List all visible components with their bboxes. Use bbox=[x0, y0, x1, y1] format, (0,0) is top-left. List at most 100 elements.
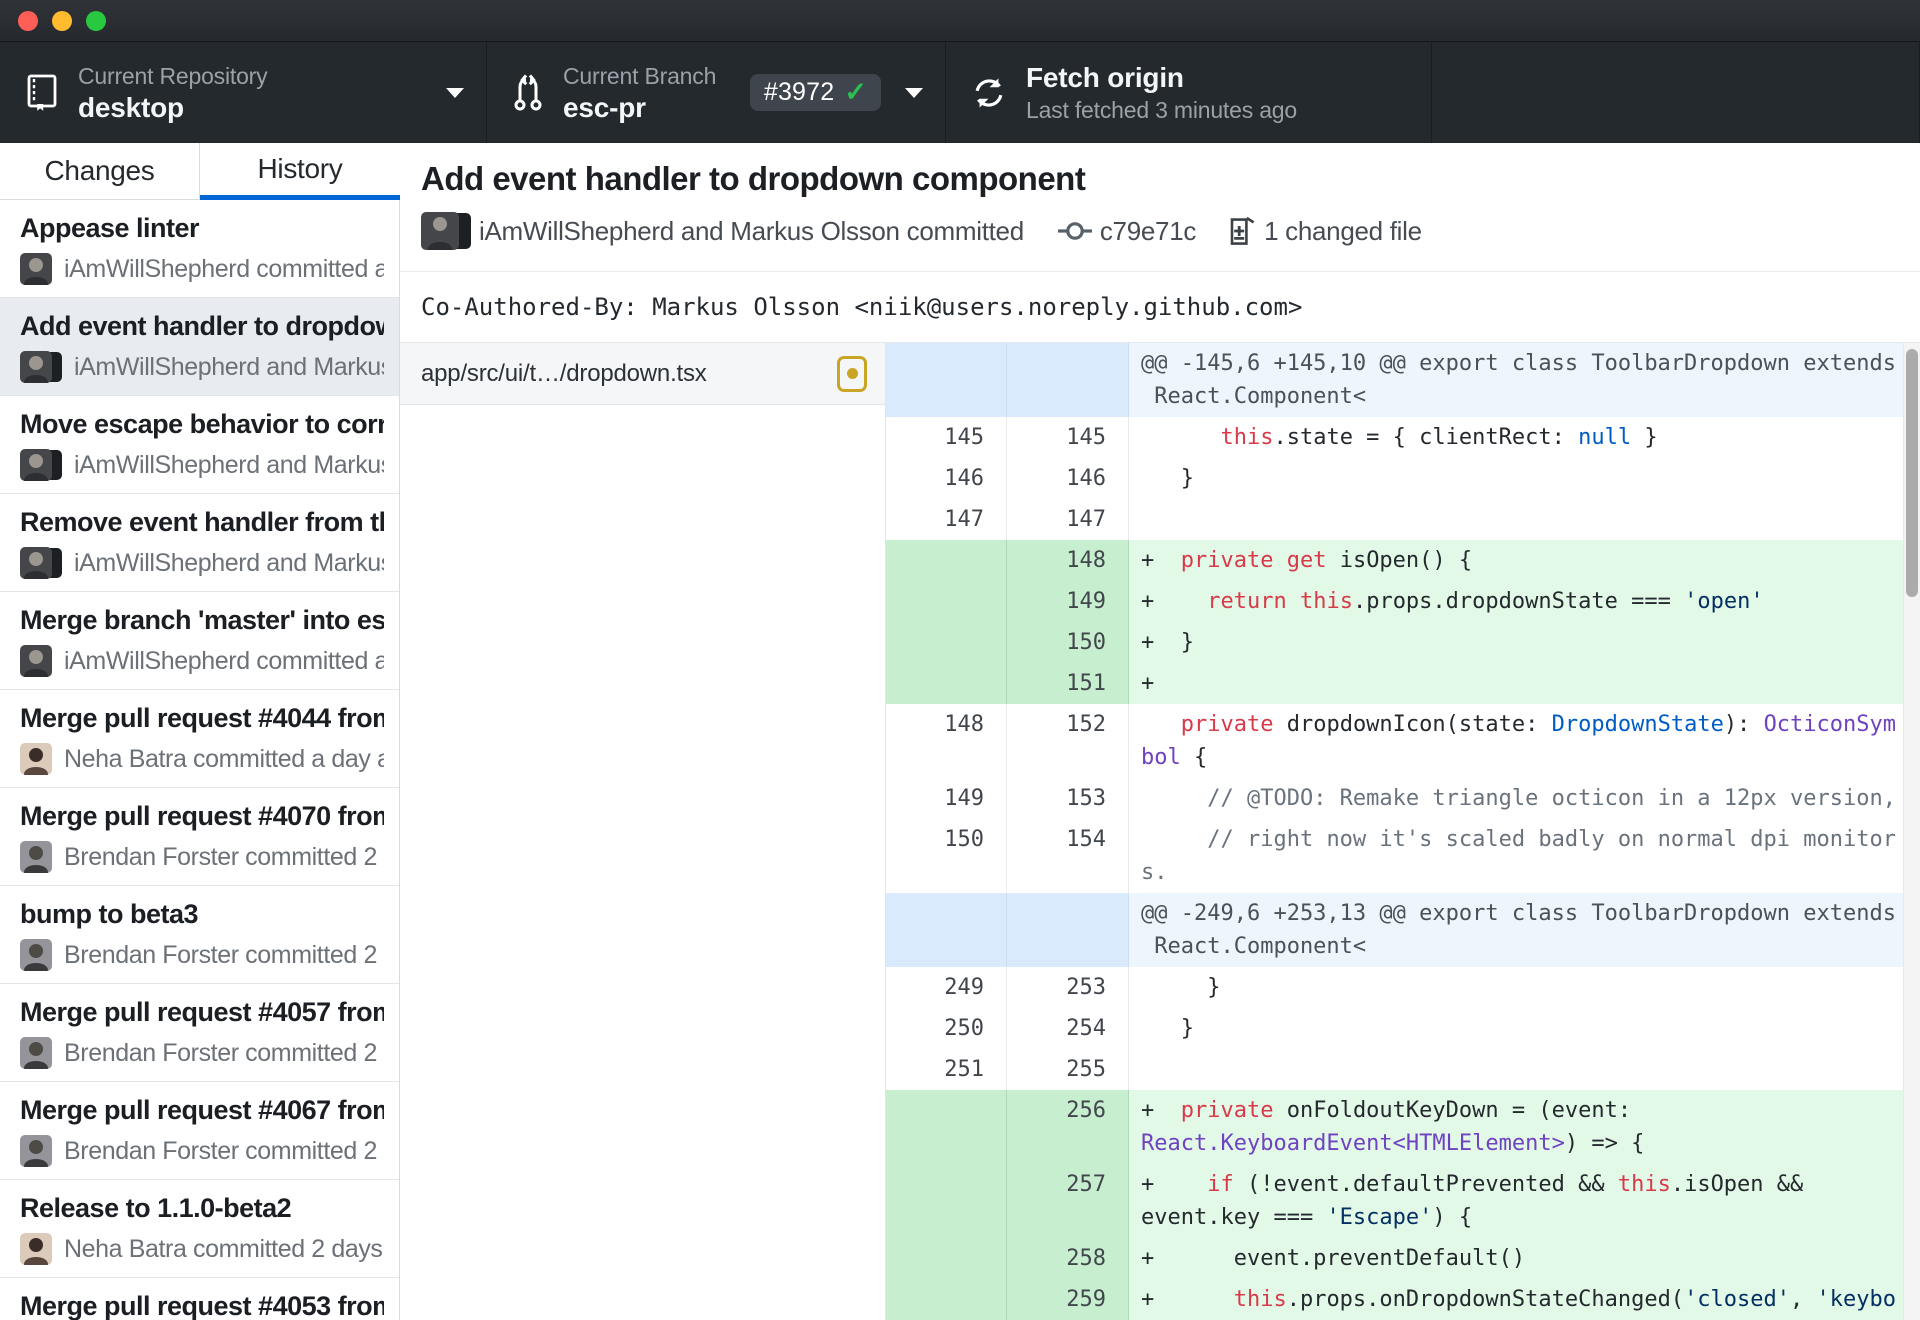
commit-list-item[interactable]: Merge pull request #4057 from desk… Brend… bbox=[0, 984, 399, 1082]
diff-code-line: @@ -145,6 +145,10 @@ export class Toolba… bbox=[1141, 351, 1896, 376]
diff-code-line: React.Component< bbox=[1141, 384, 1367, 409]
diff-code-line: @@ -249,6 +253,13 @@ export class Toolba… bbox=[1141, 901, 1896, 926]
branch-dropdown-button[interactable]: Current Branch esc-pr #3972 ✓ bbox=[487, 42, 946, 143]
commit-item-title: Merge pull request #4067 from desk… bbox=[20, 1095, 384, 1125]
avatar bbox=[20, 351, 62, 383]
diff-code-line: + } bbox=[1141, 630, 1194, 655]
diff-code-line: + private onFoldoutKeyDown = (event: bbox=[1141, 1098, 1632, 1123]
diff-new-line-number bbox=[1007, 343, 1129, 417]
pr-status-badge[interactable]: #3972 ✓ bbox=[749, 74, 881, 111]
commit-list-item[interactable]: Merge pull request #4067 from desk… Brend… bbox=[0, 1082, 399, 1180]
minimize-button[interactable] bbox=[52, 11, 72, 31]
file-diff-icon bbox=[1230, 216, 1256, 246]
commit-item-meta: Brendan Forster committed 2 days ago bbox=[64, 842, 384, 871]
diff-code bbox=[1129, 499, 1920, 540]
diff-new-line-number: 150 bbox=[1007, 622, 1129, 663]
diff-code-line: } bbox=[1141, 1016, 1194, 1041]
commit-list-item[interactable]: Add event handler to dropdown com… iAmWil… bbox=[0, 298, 399, 396]
diff-scrollbar-track[interactable] bbox=[1903, 343, 1920, 1320]
diff-old-line-number: 147 bbox=[886, 499, 1007, 540]
diff-code-line: } bbox=[1141, 975, 1221, 1000]
commit-sha[interactable]: c79e71c bbox=[1100, 216, 1197, 247]
zoom-button[interactable] bbox=[86, 11, 106, 31]
diff-code: + } bbox=[1129, 622, 1920, 663]
repository-dropdown-button[interactable]: Current Repository desktop bbox=[0, 42, 487, 143]
diff-code-line: + private get isOpen() { bbox=[1141, 548, 1473, 573]
diff-line: 148 + private get isOpen() { bbox=[886, 540, 1920, 581]
commit-item-meta: Neha Batra committed 2 days ago bbox=[64, 1234, 384, 1263]
diff-line: 151 + bbox=[886, 663, 1920, 704]
commit-list-item[interactable]: Merge pull request #4070 from desk… Brend… bbox=[0, 788, 399, 886]
commit-list-item[interactable]: Remove event handler from the bran… iAmWi… bbox=[0, 494, 399, 592]
diff-new-line-number: 151 bbox=[1007, 663, 1129, 704]
commit-item-title: bump to beta3 bbox=[20, 899, 199, 929]
diff-old-line-number bbox=[886, 1164, 1007, 1238]
diff-code-line: // @TODO: Remake triangle octicon in a 1… bbox=[1207, 786, 1896, 811]
fetch-title: Fetch origin bbox=[1026, 61, 1184, 93]
diff-code-line: + bbox=[1141, 671, 1155, 696]
diff-line: 147 147 bbox=[886, 499, 1920, 540]
diff-old-line-number: 146 bbox=[886, 458, 1007, 499]
commit-history-list: Appease linter iAmWillShepherd committed … bbox=[0, 200, 400, 1320]
diff-code-line: s. bbox=[1141, 860, 1168, 885]
diff-old-line-number: 150 bbox=[886, 819, 1007, 893]
diff-old-line-number bbox=[886, 1090, 1007, 1164]
diff-new-line-number: 146 bbox=[1007, 458, 1129, 499]
avatar bbox=[421, 212, 471, 250]
diff-new-line-number: 253 bbox=[1007, 967, 1129, 1008]
chevron-down-icon bbox=[905, 87, 923, 98]
commit-item-meta: iAmWillShepherd committed a day ago bbox=[64, 254, 384, 283]
changed-files-panel: app/src/ui/t…/dropdown.tsx bbox=[400, 343, 886, 1320]
commit-list-item[interactable]: Appease linter iAmWillShepherd committed … bbox=[0, 200, 399, 298]
repo-icon bbox=[26, 74, 58, 112]
avatar bbox=[20, 645, 52, 677]
diff-scrollbar-thumb[interactable] bbox=[1906, 349, 1918, 597]
git-commit-icon bbox=[1057, 219, 1092, 243]
sidebar-tabs: Changes History bbox=[0, 143, 400, 200]
diff-new-line-number: 255 bbox=[1007, 1049, 1129, 1090]
diff-old-line-number: 250 bbox=[886, 1008, 1007, 1049]
commit-authors: iAmWillShepherd and Markus Olsson commit… bbox=[479, 215, 1024, 246]
commit-item-title: Release to 1.1.0-beta2 bbox=[20, 1193, 292, 1223]
tab-changes[interactable]: Changes bbox=[0, 143, 200, 200]
commit-list-item[interactable]: Move escape behavior to correct co… iAmWi… bbox=[0, 396, 399, 494]
diff-line: 257 + if (!event.defaultPrevented && this… bbox=[886, 1164, 1920, 1238]
commit-list-item[interactable]: bump to beta3 Brendan Forster committed 2… bbox=[0, 886, 399, 984]
diff-new-line-number: 145 bbox=[1007, 417, 1129, 458]
diff-line: 259 + this.props.onDropdownStateChanged('… bbox=[886, 1279, 1920, 1320]
diff-line: 146 146 } bbox=[886, 458, 1920, 499]
avatar bbox=[20, 743, 52, 775]
diff-new-line-number: 258 bbox=[1007, 1238, 1129, 1279]
file-list-item[interactable]: app/src/ui/t…/dropdown.tsx bbox=[400, 343, 885, 405]
diff-line: 148 152 private dropdownIcon(state: Dropd… bbox=[886, 704, 1920, 778]
commit-list-item[interactable]: Release to 1.1.0-beta2 Neha Batra committ… bbox=[0, 1180, 399, 1278]
diff-new-line-number: 147 bbox=[1007, 499, 1129, 540]
diff-code: + return this.props.dropdownState === 'o… bbox=[1129, 581, 1920, 622]
diff-code-line: } bbox=[1141, 466, 1194, 491]
commit-item-title: Merge branch 'master' into esc-pr bbox=[20, 605, 384, 635]
diff-code-line: // right now it's scaled badly on normal… bbox=[1207, 827, 1896, 852]
close-button[interactable] bbox=[18, 11, 38, 31]
repository-name: desktop bbox=[78, 91, 184, 123]
diff-code-line: event.key === 'Escape') { bbox=[1141, 1205, 1473, 1230]
diff-code: + private get isOpen() { bbox=[1129, 540, 1920, 581]
commit-list-item[interactable]: Merge pull request #4053 from des… bbox=[0, 1278, 399, 1320]
commit-summary: Add event handler to dropdown component … bbox=[400, 143, 1920, 272]
diff-old-line-number bbox=[886, 581, 1007, 622]
diff-line: 256 + private onFoldoutKeyDown = (event: R… bbox=[886, 1090, 1920, 1164]
diff-code-line: private dropdownIcon(state: DropdownStat… bbox=[1180, 712, 1897, 737]
commit-item-title: Merge pull request #4044 from des… bbox=[20, 703, 384, 733]
diff-code-line: bol { bbox=[1141, 745, 1208, 770]
diff-code-line: + this.props.onDropdownStateChanged('clo… bbox=[1141, 1287, 1897, 1312]
commit-item-meta: iAmWillShepherd committed a day ago bbox=[64, 646, 384, 675]
avatar bbox=[20, 1233, 52, 1265]
diff-code: @@ -145,6 +145,10 @@ export class Toolba… bbox=[1129, 343, 1920, 417]
commit-list-item[interactable]: Merge pull request #4044 from des… Neha B… bbox=[0, 690, 399, 788]
diff-old-line-number: 249 bbox=[886, 967, 1007, 1008]
commit-list-item[interactable]: Merge branch 'master' into esc-pr iAmWill… bbox=[0, 592, 399, 690]
diff-line: 145 145 this.state = { clientRect: null } bbox=[886, 417, 1920, 458]
diff-old-line-number: 149 bbox=[886, 778, 1007, 819]
fetch-origin-button[interactable]: Fetch origin Last fetched 3 minutes ago bbox=[946, 42, 1432, 143]
diff-code: + if (!event.defaultPrevented && this.is… bbox=[1129, 1164, 1920, 1238]
tab-history[interactable]: History bbox=[200, 143, 400, 200]
